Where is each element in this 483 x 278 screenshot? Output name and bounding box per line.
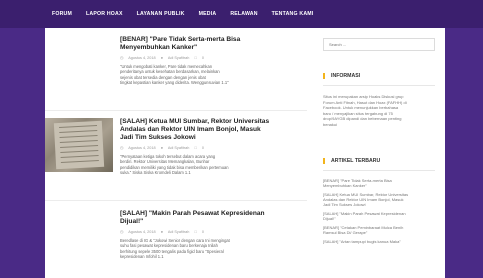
post-meta: ◷ Agustus 4, 2018 ● Adi Syafitrah □ 0 xyxy=(120,229,300,234)
user-icon: ● xyxy=(160,230,163,234)
post-body: [SALAH] Ketua MUI Sumbar, Rektor Univers… xyxy=(120,118,300,176)
nav-item-lapor-hoax[interactable]: LAPOR HOAX xyxy=(86,11,123,17)
user-icon: ● xyxy=(160,146,163,150)
user-icon: ● xyxy=(160,56,163,60)
document-photo xyxy=(53,120,105,170)
main-nav: FORUM LAPOR HOAX LAYANAN PUBLIK MEDIA RE… xyxy=(52,0,313,28)
recent-article-link[interactable]: [BENAR] "Cetakan Peminbaraat Mulca Benih… xyxy=(323,225,439,235)
post-date: Agustus 4, 2018 xyxy=(128,230,156,234)
post-date: Agustus 4, 2018 xyxy=(128,146,156,150)
widget-title-informasi: INFORMASI xyxy=(323,73,435,79)
post-author[interactable]: Adi Syafitrah xyxy=(168,56,190,60)
recent-article-link[interactable]: [SALAH] "Artan tampupi bugis kanua Maka" xyxy=(323,239,439,244)
recent-article-link[interactable]: [BENAR] "Pare Tidak Serta-merta Bisa Men… xyxy=(323,178,439,188)
sidebar: INFORMASI Situs ini merupakan arsip Hoak… xyxy=(313,28,445,278)
post-comments[interactable]: 0 xyxy=(202,56,204,60)
post-meta: ◷ Agustus 4, 2018 ● Adi Syafitrah □ 0 xyxy=(120,145,300,150)
post-comments[interactable]: 0 xyxy=(202,146,204,150)
comment-icon: □ xyxy=(194,230,197,234)
post-date: Agustus 4, 2018 xyxy=(128,56,156,60)
nav-item-forum[interactable]: FORUM xyxy=(52,11,72,17)
content-area: [BENAR] "Pare Tidak Serta-merta Bisa Men… xyxy=(45,28,445,278)
nav-item-tentang-kami[interactable]: TENTANG KAMI xyxy=(272,11,314,17)
info-text: Situs ini merupakan arsip Hoaks Diskusi … xyxy=(323,94,407,127)
clock-icon: ◷ xyxy=(120,146,124,150)
post-excerpt: "Untuk mengobati kanker, Pare tidak meme… xyxy=(120,64,229,86)
post-author[interactable]: Adi Syafitrah xyxy=(168,230,190,234)
clock-icon: ◷ xyxy=(120,230,124,234)
top-navigation-bar: FORUM LAPOR HOAX LAYANAN PUBLIK MEDIA RE… xyxy=(0,0,483,28)
nav-item-layanan-publik[interactable]: LAYANAN PUBLIK xyxy=(137,11,185,17)
widget-divider xyxy=(323,170,435,171)
post-body: [SALAH] "Makin Parah Pesawat Kepresidena… xyxy=(120,210,300,260)
post-title[interactable]: [SALAH] "Makin Parah Pesawat Kepresidena… xyxy=(120,210,300,226)
post-meta: ◷ Agustus 4, 2018 ● Adi Syafitrah □ 0 xyxy=(120,55,300,60)
post-divider xyxy=(45,110,307,111)
recent-article-link[interactable]: [SALAH] "Makin Parah Pesawat Kepresidena… xyxy=(323,211,439,221)
post-thumbnail[interactable] xyxy=(45,118,113,172)
search-input[interactable] xyxy=(323,38,435,51)
post-divider xyxy=(45,200,307,201)
post-body: [BENAR] "Pare Tidak Serta-merta Bisa Men… xyxy=(120,36,300,86)
post-excerpt: "Pernyataan ketiga tokoh tersebut dalam … xyxy=(120,154,229,176)
recent-articles-list: [BENAR] "Pare Tidak Serta-merta Bisa Men… xyxy=(323,178,439,248)
clock-icon: ◷ xyxy=(120,56,124,60)
widget-divider xyxy=(323,85,435,86)
comment-icon: □ xyxy=(194,146,197,150)
post-title[interactable]: [BENAR] "Pare Tidak Serta-merta Bisa Men… xyxy=(120,36,300,52)
nav-item-media[interactable]: MEDIA xyxy=(199,11,217,17)
nav-item-relawan[interactable]: RELAWAN xyxy=(230,11,257,17)
widget-title-artikel-terbaru: ARTIKEL TERBARU xyxy=(323,158,435,164)
post-list: [BENAR] "Pare Tidak Serta-merta Bisa Men… xyxy=(45,28,307,278)
comment-icon: □ xyxy=(194,56,197,60)
post-excerpt: Beredlase di IG & "Jokowi Senior dengan … xyxy=(120,238,230,260)
recent-article-link[interactable]: [SALAH] Ketua MUI Sumbar, Rektor Univers… xyxy=(323,192,439,208)
post-author[interactable]: Adi Syafitrah xyxy=(168,146,190,150)
post-title[interactable]: [SALAH] Ketua MUI Sumbar, Rektor Univers… xyxy=(120,118,300,142)
post-comments[interactable]: 0 xyxy=(202,230,204,234)
